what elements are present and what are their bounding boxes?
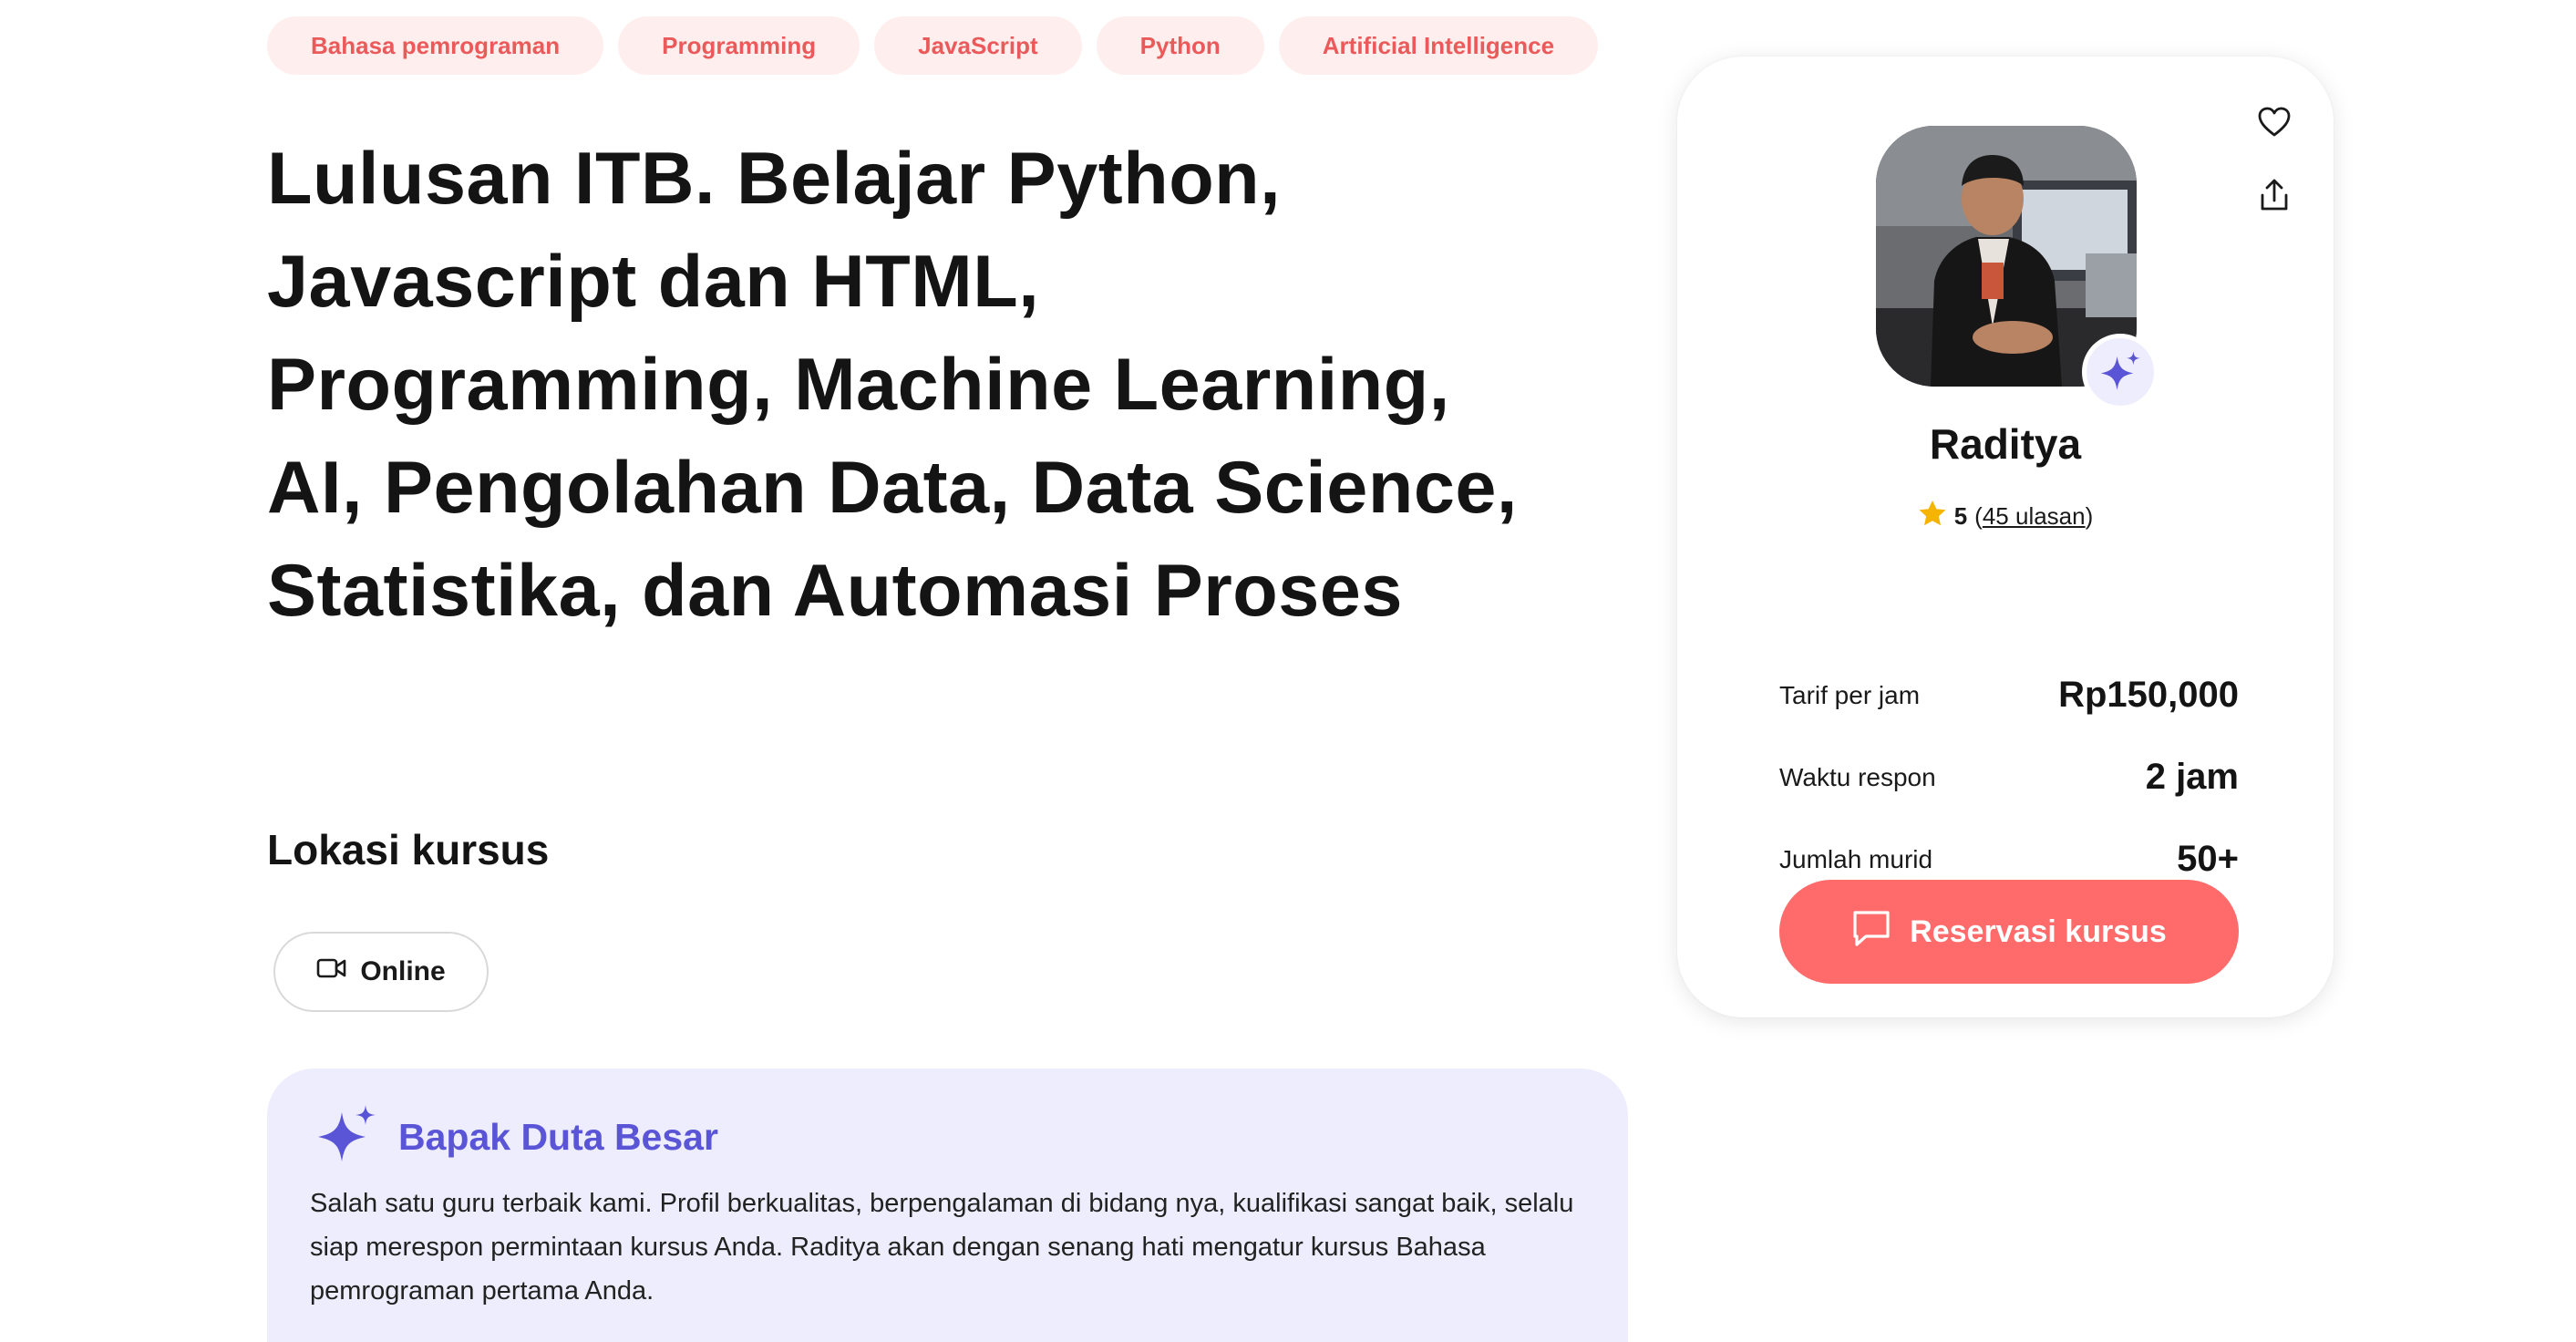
video-camera-icon [316, 956, 347, 987]
share-icon[interactable] [2252, 173, 2296, 217]
tutor-rating: 5 (45 ulasan) [1677, 500, 2334, 533]
reserve-course-label: Reservasi kursus [1910, 914, 2167, 949]
location-heading: Lokasi kursus [267, 826, 550, 873]
sparkle-icon [314, 1105, 378, 1170]
stat-value: 2 jam [2145, 757, 2239, 797]
tutor-card: Raditya 5 (45 ulasan) Tarif per jam Rp15… [1677, 57, 2334, 1017]
rating-score: 5 [1953, 502, 1968, 530]
star-icon [1918, 500, 1947, 533]
tutor-name: Raditya [1929, 420, 2082, 468]
tag-artificial-intelligence[interactable]: Artificial Intelligence [1278, 16, 1599, 75]
topic-tags: Bahasa pemrograman Programming JavaScrip… [267, 16, 1599, 75]
stat-hourly-rate: Tarif per jam Rp150,000 [1779, 675, 2239, 716]
reviews-paren: (45 ulasan) [1974, 502, 2094, 530]
highlight-description: Salah satu guru terbaik kami. Profil ber… [310, 1189, 1574, 1306]
sparkle-badge-icon [2082, 334, 2159, 410]
tag-python[interactable]: Python [1096, 16, 1264, 75]
stat-label: Waktu respon [1779, 762, 1936, 791]
ambassador-highlight: Bapak Duta Besar Salah satu guru terbaik… [267, 1068, 1628, 1342]
heart-icon[interactable] [2252, 100, 2296, 144]
stat-label: Tarif per jam [1779, 680, 1921, 709]
tag-bahasa-pemrograman[interactable]: Bahasa pemrograman [267, 16, 604, 75]
page-title: Lulusan ITB. Belajar Python, Javascript … [267, 138, 1518, 632]
stat-label: Jumlah murid [1779, 844, 1933, 873]
online-location-option[interactable]: Online [273, 932, 489, 1012]
stat-response-time: Waktu respon 2 jam [1779, 757, 2239, 798]
reviews-link[interactable]: 45 ulasan [1983, 502, 2086, 530]
tag-programming[interactable]: Programming [618, 16, 860, 75]
stat-value: Rp150,000 [2058, 675, 2239, 715]
online-label: Online [360, 956, 446, 986]
stat-student-count: Jumlah murid 50+ [1779, 839, 2239, 880]
chat-bubble-icon [1851, 909, 1891, 955]
reserve-course-button[interactable]: Reservasi kursus [1779, 880, 2239, 984]
tag-javascript[interactable]: JavaScript [874, 16, 1082, 75]
stat-value: 50+ [2177, 839, 2239, 879]
highlight-title: Bapak Duta Besar [398, 1116, 718, 1158]
